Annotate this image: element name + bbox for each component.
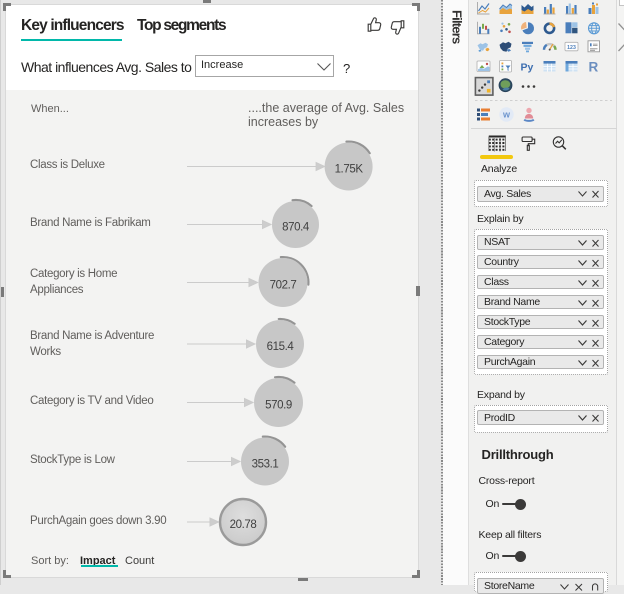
svg-text:w: w [502,110,511,120]
svg-text:615.4: 615.4 [267,341,295,353]
svg-text:R: R [589,60,599,75]
svg-text:123: 123 [567,45,576,51]
svg-text:Py: Py [521,62,534,74]
svg-text:870.4: 870.4 [282,222,310,234]
svg-text:570.9: 570.9 [265,400,292,412]
svg-text:20.78: 20.78 [230,519,257,531]
svg-text:702.7: 702.7 [270,280,297,292]
svg-text:353.1: 353.1 [252,459,279,471]
svg-text:1.75K: 1.75K [335,164,364,176]
